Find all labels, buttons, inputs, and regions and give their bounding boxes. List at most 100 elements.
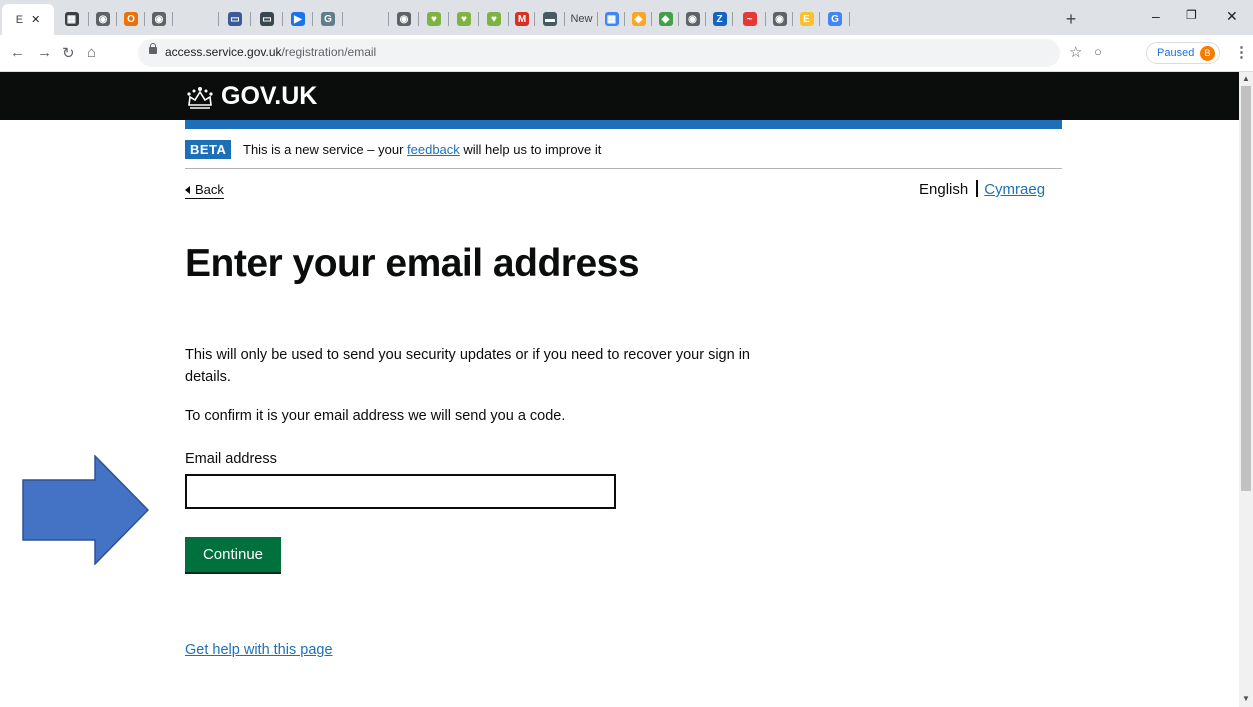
scrollbar-thumb[interactable] <box>1241 86 1251 491</box>
beta-tag: BETA <box>185 140 232 159</box>
tab-close-icon[interactable]: ✕ <box>31 13 40 26</box>
lang-divider <box>976 180 979 197</box>
annotation-arrow-icon <box>22 455 150 565</box>
govuk-header: GOV.UK <box>0 72 1239 120</box>
avatar: B <box>1200 46 1215 61</box>
browser-tab[interactable]: New <box>565 7 598 31</box>
minimize-icon[interactable]: – <box>1152 8 1160 24</box>
tab-favicon-icon: ◉ <box>397 12 411 26</box>
browser-tab[interactable]: Z <box>706 7 733 31</box>
profile-paused-button[interactable]: Paused B <box>1146 42 1220 64</box>
browser-tab[interactable]: E ✕ <box>2 4 54 35</box>
reload-icon[interactable]: ↻ <box>62 44 75 62</box>
browser-tab[interactable]: ◉ <box>389 7 419 31</box>
browser-tab[interactable]: M <box>509 7 535 31</box>
tab-favicon-icon: ◉ <box>685 12 700 26</box>
scroll-down-icon[interactable]: ▼ <box>1242 694 1250 703</box>
tab-favicon-icon: ~ <box>742 12 757 26</box>
page-viewport: GOV.UK BETA This is a new service – your… <box>0 72 1239 707</box>
browser-tab[interactable]: ~ <box>733 7 766 31</box>
plus-icon: + <box>1065 8 1077 29</box>
browser-tab[interactable]: ◉ <box>145 7 173 31</box>
tab-favicon-icon: E <box>799 12 814 26</box>
language-toggle: English Cymraeg <box>919 180 1045 200</box>
tab-favicon-icon: ▭ <box>260 12 274 26</box>
tab-favicon-icon: M <box>515 12 529 26</box>
govuk-logo-link[interactable]: GOV.UK <box>185 82 317 111</box>
close-window-icon[interactable]: ✕ <box>1226 8 1238 25</box>
tab-label: E <box>15 13 24 26</box>
browser-tab[interactable]: ▶ <box>283 7 313 31</box>
page-scrollbar[interactable]: ▲ ▼ <box>1239 72 1253 707</box>
home-icon[interactable]: ⌂ <box>87 44 96 61</box>
browser-tab[interactable]: ▭ <box>219 7 251 31</box>
tab-favicon-icon: ▬ <box>543 12 557 26</box>
back-arrow-icon[interactable]: ← <box>10 44 25 61</box>
new-tab-button[interactable]: + <box>1060 7 1082 31</box>
tab-favicon-icon: ♥ <box>427 12 441 26</box>
browser-tab[interactable]: ▭ <box>251 7 283 31</box>
back-triangle-icon <box>185 186 190 194</box>
browser-tab[interactable] <box>343 7 389 31</box>
browser-tab[interactable]: ◉ <box>89 7 117 31</box>
kebab-menu-icon[interactable]: ⋮ <box>1234 43 1249 61</box>
profile-status-text: Paused <box>1157 47 1195 59</box>
phase-banner: BETA This is a new service – your feedba… <box>185 139 1062 169</box>
browser-tab[interactable]: ◆ <box>625 7 652 31</box>
address-bar[interactable]: access.service.gov.uk/registration/email <box>138 39 1060 67</box>
page-title: Enter your email address <box>185 242 640 285</box>
browser-tab[interactable]: O <box>117 7 145 31</box>
tab-favicon-icon: ▦ <box>604 12 619 26</box>
browser-tab[interactable]: ◉ <box>679 7 706 31</box>
get-help-link[interactable]: Get help with this page <box>185 642 333 658</box>
tab-favicon-icon: ▶ <box>291 12 305 26</box>
browser-tab[interactable]: G <box>313 7 343 31</box>
lang-cymraeg-link[interactable]: Cymraeg <box>984 181 1045 198</box>
browser-tab[interactable]: ♥ <box>479 7 509 31</box>
restore-icon[interactable]: ❐ <box>1186 8 1197 22</box>
tab-favicon-icon: ▦ <box>64 12 79 26</box>
url-text: access.service.gov.uk/registration/email <box>165 45 377 59</box>
continue-button[interactable]: Continue <box>185 537 281 572</box>
tab-favicon-icon: G <box>828 12 842 26</box>
feedback-link[interactable]: feedback <box>407 142 460 157</box>
back-link[interactable]: Back <box>185 182 224 199</box>
header-blue-rule <box>185 120 1062 129</box>
tab-favicon-icon: ▭ <box>228 12 242 26</box>
star-bookmark-icon[interactable]: ☆ <box>1069 43 1082 61</box>
forward-arrow-icon[interactable]: → <box>37 44 52 61</box>
govuk-logo-text: GOV.UK <box>221 82 318 110</box>
tab-favicon-icon: ◆ <box>658 12 673 26</box>
phase-banner-text: This is a new service – your feedback wi… <box>243 142 602 157</box>
browser-tab[interactable]: ♥ <box>449 7 479 31</box>
lock-icon <box>149 43 157 54</box>
browser-toolbar: ← → ↻ ⌂ access.service.gov.uk/registrati… <box>0 35 1253 72</box>
tab-favicon-icon: Z <box>712 12 727 26</box>
info-paragraph: This will only be used to send you secur… <box>185 347 750 385</box>
lang-english: English <box>919 180 969 198</box>
tab-favicon-icon: ◆ <box>631 12 646 26</box>
email-field[interactable] <box>185 474 616 509</box>
tab-favicon-icon: ◉ <box>772 12 787 26</box>
tab-favicon-icon: ◉ <box>96 12 110 26</box>
browser-tab-strip: E ✕ ▦ ◉ O ◉ ▭ ▭ ▶ G ◉ ♥ ♥ ♥ M ▬ New ▦ ◆ ◆ ◉ Z ~ ◉ E G + – ❐ ✕ <box>0 0 1253 35</box>
browser-tab[interactable]: ◆ <box>652 7 679 31</box>
browser-tab[interactable] <box>173 7 219 31</box>
browser-tab[interactable]: G <box>820 7 850 31</box>
tab-favicon-icon: ♥ <box>487 12 501 26</box>
tab-separator <box>849 12 850 26</box>
browser-tab[interactable]: ◉ <box>766 7 793 31</box>
browser-tab[interactable]: ▬ <box>535 7 565 31</box>
tab-favicon-icon: ♥ <box>457 12 471 26</box>
confirm-paragraph: To confirm it is your email address we w… <box>185 408 566 424</box>
scroll-up-icon[interactable]: ▲ <box>1242 74 1250 83</box>
browser-tab[interactable]: E <box>793 7 820 31</box>
browser-tab[interactable]: ▦ <box>54 7 89 31</box>
browser-tab[interactable]: ♥ <box>419 7 449 31</box>
browser-tab[interactable]: ▦ <box>598 7 625 31</box>
tab-favicon-icon: ◉ <box>152 12 166 26</box>
crown-icon <box>187 86 213 109</box>
extension-circle-icon[interactable]: ○ <box>1094 44 1102 59</box>
tab-label: New <box>570 13 593 25</box>
tab-favicon-icon: O <box>124 12 138 26</box>
